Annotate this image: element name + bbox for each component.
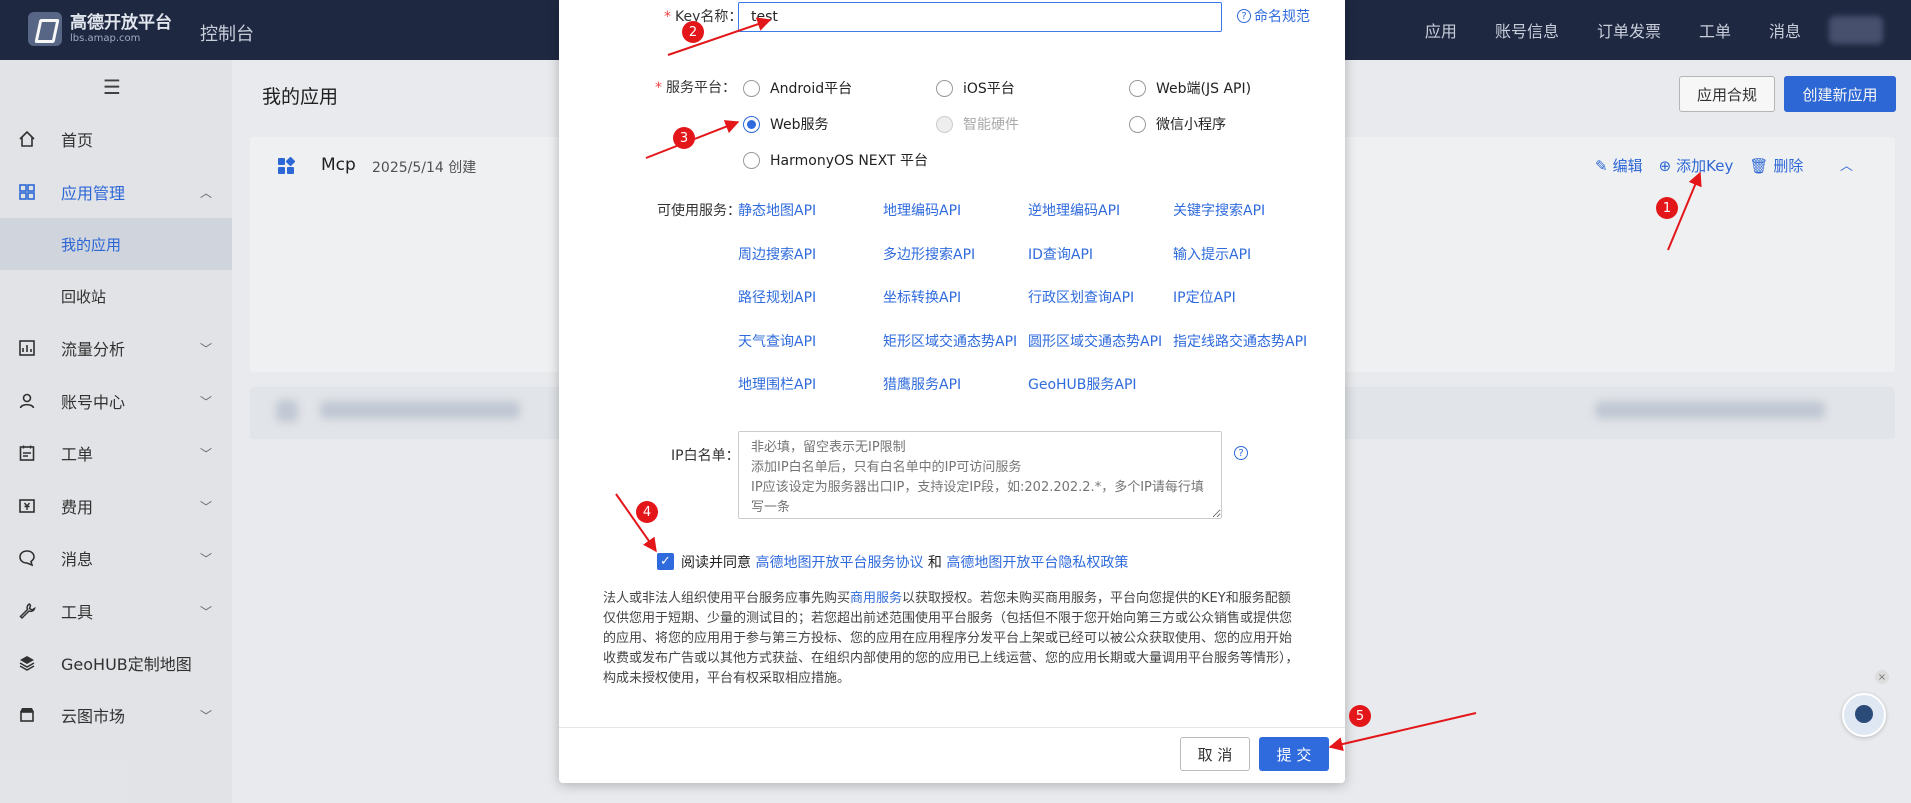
api-link[interactable]: 天气查询API	[738, 331, 816, 351]
close-icon[interactable]: ×	[1875, 670, 1889, 684]
help-icon[interactable]: ?	[1234, 446, 1248, 460]
api-link[interactable]: 坐标转换API	[883, 287, 961, 307]
api-link[interactable]: 逆地理编码API	[1028, 200, 1120, 220]
api-link[interactable]: 输入提示API	[1173, 244, 1251, 264]
api-link[interactable]: 猎鹰服务API	[883, 374, 961, 394]
radio-web-js[interactable]: Web端(JS API)	[1129, 78, 1251, 98]
disclaimer-text: 法人或非法人组织使用平台服务应事先购买商用服务以获取授权。若您未购买商用服务，平…	[603, 591, 1299, 686]
available-services-label: 可使用服务：	[657, 203, 741, 219]
annotation-badge-3: 3	[673, 127, 695, 149]
api-link[interactable]: 圆形区域交通态势API	[1028, 331, 1162, 351]
radio-ios[interactable]: iOS平台	[936, 78, 1015, 98]
radio-web-service[interactable]: Web服务	[743, 114, 829, 134]
api-link[interactable]: ID查询API	[1028, 244, 1093, 264]
api-link[interactable]: 指定线路交通态势API	[1173, 331, 1307, 351]
commercial-service-link[interactable]: 商用服务	[850, 591, 902, 606]
api-link[interactable]: 矩形区域交通态势API	[883, 331, 1017, 351]
key-name-label: * Key名称：	[664, 9, 743, 25]
cancel-button[interactable]: 取 消	[1180, 737, 1250, 771]
api-link[interactable]: 路径规划API	[738, 287, 816, 307]
ip-whitelist-label: IP白名单：	[671, 448, 740, 464]
api-link[interactable]: 静态地图API	[738, 200, 816, 220]
api-link[interactable]: 行政区划查询API	[1028, 287, 1134, 307]
privacy-policy-link[interactable]: 高德地图开放平台隐私权政策	[946, 555, 1128, 571]
api-link[interactable]: 地理围栏API	[738, 374, 816, 394]
ip-whitelist-textarea[interactable]	[738, 431, 1222, 519]
service-platform-label: * 服务平台：	[655, 80, 736, 96]
submit-button[interactable]: 提 交	[1259, 737, 1329, 771]
api-link[interactable]: 周边搜索API	[738, 244, 816, 264]
api-link[interactable]: 关键字搜索API	[1173, 200, 1265, 220]
radio-android[interactable]: Android平台	[743, 78, 852, 98]
service-agreement-link[interactable]: 高德地图开放平台服务协议	[755, 555, 923, 571]
annotation-badge-4: 4	[636, 501, 658, 523]
annotation-badge-5: 5	[1349, 705, 1371, 727]
api-link[interactable]: GeoHUB服务API	[1028, 374, 1137, 394]
modal-footer-divider	[559, 727, 1345, 728]
naming-rule-link[interactable]: ? 命名规范	[1237, 6, 1310, 26]
radio-harmonyos[interactable]: HarmonyOS NEXT 平台	[743, 150, 928, 170]
api-link[interactable]: 地理编码API	[883, 200, 961, 220]
annotation-badge-2: 2	[682, 21, 704, 43]
radio-wechat-miniprogram[interactable]: 微信小程序	[1129, 114, 1226, 134]
api-link[interactable]: 多边形搜索API	[883, 244, 975, 264]
assistant-bot-icon[interactable]	[1842, 693, 1886, 737]
agreement-text: 阅读并同意 高德地图开放平台服务协议 和 高德地图开放平台隐私权政策	[681, 555, 1129, 571]
radio-smart-hardware: 智能硬件	[936, 114, 1019, 134]
agreement-checkbox[interactable]: ✓	[657, 553, 674, 570]
api-link[interactable]: IP定位API	[1173, 287, 1236, 307]
annotation-badge-1: 1	[1656, 197, 1678, 219]
help-icon: ?	[1237, 9, 1251, 23]
key-name-input[interactable]	[738, 2, 1222, 32]
